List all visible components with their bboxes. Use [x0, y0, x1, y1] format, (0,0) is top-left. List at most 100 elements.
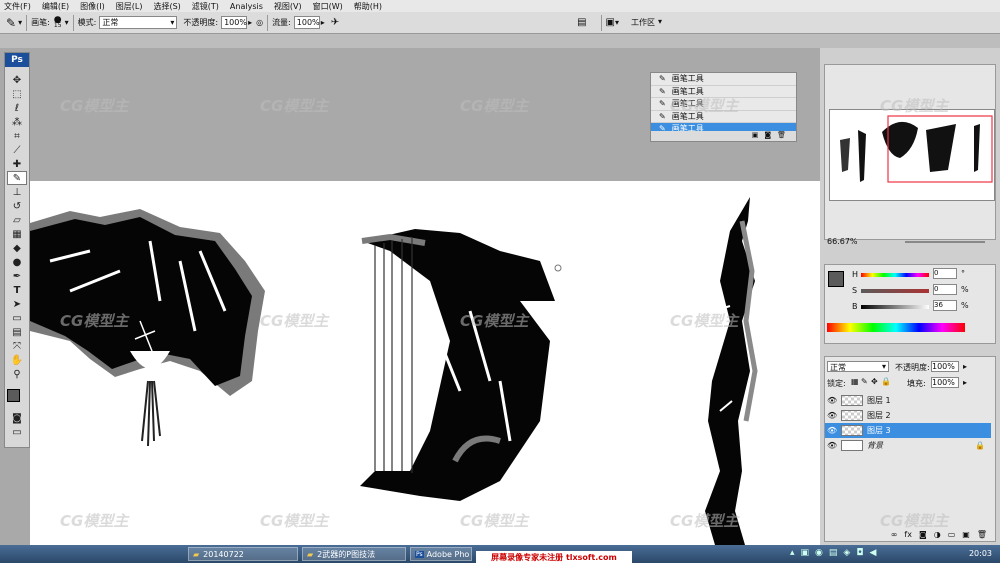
brush-tool-icon[interactable]: ✎	[7, 171, 27, 185]
eye-icon[interactable]: 👁	[827, 411, 837, 420]
screen-mode-icon[interactable]: ▭	[7, 425, 27, 439]
flow-field[interactable]: 100%	[293, 16, 320, 29]
trash-icon[interactable]: 🗑	[977, 530, 987, 539]
shape-tool-icon[interactable]: ▭	[7, 311, 27, 325]
lock-position-icon[interactable]: ✥	[871, 377, 878, 386]
chevron-right-icon[interactable]: ▸	[963, 378, 967, 387]
tray-icon[interactable]: ◈	[843, 548, 850, 558]
blur-tool-icon[interactable]: ◆	[7, 241, 27, 255]
eye-icon[interactable]: 👁	[827, 426, 837, 435]
zoom-tool-icon[interactable]: ⚲	[7, 367, 27, 381]
menu-layer[interactable]: 图层(L)	[116, 1, 143, 12]
start-button[interactable]	[0, 545, 150, 563]
tray-icons[interactable]: ▴ ▣ ◉ ▤ ◈ ◘ ◀	[790, 548, 876, 558]
magic-wand-icon[interactable]: ⁂	[7, 115, 27, 129]
quick-mask-icon[interactable]: ◙	[7, 411, 27, 425]
lock-pixels-icon[interactable]: ✎	[861, 377, 868, 386]
hand-tool-icon[interactable]: ✋	[7, 353, 27, 367]
layer-row-selected[interactable]: 👁 图层 3	[825, 423, 991, 438]
slice-tool-icon[interactable]: ⟋	[7, 143, 27, 157]
lasso-tool-icon[interactable]: ℓ	[7, 101, 27, 115]
new-document-icon[interactable]: ▣	[752, 131, 759, 141]
path-select-icon[interactable]: ➤	[7, 297, 27, 311]
dodge-tool-icon[interactable]: ●	[7, 255, 27, 269]
tray-icon[interactable]: ◘	[856, 548, 863, 558]
chevron-right-icon[interactable]: ▸	[963, 362, 967, 371]
clock[interactable]: 20:03	[969, 549, 992, 558]
layer-opacity-field[interactable]: 100%	[931, 361, 959, 372]
eye-icon[interactable]: 👁	[827, 396, 837, 405]
chevron-right-icon[interactable]: ▸	[321, 18, 325, 27]
lock-all-icon[interactable]: 🔒	[881, 377, 891, 386]
move-tool-icon[interactable]: ✥	[7, 73, 27, 87]
trash-icon[interactable]: 🗑	[777, 131, 786, 141]
new-layer-icon[interactable]: ▣	[962, 530, 970, 539]
hue-slider[interactable]	[861, 273, 929, 277]
airbrush-icon[interactable]: ✈	[331, 17, 339, 28]
color-spectrum-bar[interactable]	[827, 323, 965, 332]
tray-icon[interactable]: ▣	[801, 548, 810, 558]
brush-tool-icon[interactable]: ✎	[6, 16, 16, 30]
taskbar-folder-item[interactable]: ▰ 2武器的P图技法	[302, 547, 406, 561]
volume-icon[interactable]: ◀	[869, 548, 876, 558]
history-item[interactable]: ✎ 画笔工具	[651, 98, 796, 111]
taskbar-folder-item[interactable]: ▰ 20140722	[188, 547, 298, 561]
layer-mask-icon[interactable]: ◙	[919, 530, 927, 539]
healing-brush-icon[interactable]: ✚	[7, 157, 27, 171]
clone-stamp-icon[interactable]: ⊥	[7, 185, 27, 199]
history-item[interactable]: ✎ 画笔工具	[651, 111, 796, 123]
menu-file[interactable]: 文件(F)	[4, 1, 31, 12]
opacity-field[interactable]: 100%	[221, 16, 248, 29]
mode-select[interactable]: 正常 ▾	[99, 16, 178, 29]
blend-mode-select[interactable]: 正常 ▾	[827, 361, 889, 372]
fill-field[interactable]: 100%	[931, 377, 959, 388]
layer-row-background[interactable]: 👁 背景 🔒	[825, 438, 991, 453]
navigator-zoom[interactable]: 66.67%	[827, 237, 858, 246]
color-foreground-swatch[interactable]	[828, 271, 844, 287]
chevron-right-icon[interactable]: ▸	[248, 18, 252, 27]
link-layers-icon[interactable]: ∞	[891, 530, 898, 539]
saturation-slider[interactable]	[861, 289, 929, 293]
menu-help[interactable]: 帮助(H)	[354, 1, 382, 12]
history-brush-icon[interactable]: ↺	[7, 199, 27, 213]
snapshot-icon[interactable]: ◙	[764, 131, 771, 141]
layer-style-icon[interactable]: fx	[904, 530, 912, 539]
dropdown-arrow-icon[interactable]: ▾	[65, 18, 69, 27]
layer-row[interactable]: 👁 图层 2	[825, 408, 991, 423]
tray-icon[interactable]: ▴	[790, 548, 795, 558]
tray-icon[interactable]: ◉	[815, 548, 823, 558]
color-swatches[interactable]	[6, 385, 28, 411]
history-item[interactable]: ✎ 画笔工具	[651, 73, 796, 86]
menu-analysis[interactable]: Analysis	[230, 2, 263, 11]
brightness-field[interactable]: 36	[933, 300, 957, 311]
menu-image[interactable]: 图像(I)	[80, 1, 105, 12]
menu-filter[interactable]: 滤镜(T)	[192, 1, 219, 12]
gradient-tool-icon[interactable]: ▦	[7, 227, 27, 241]
pen-tool-icon[interactable]: ✒	[7, 269, 27, 283]
menu-select[interactable]: 选择(S)	[153, 1, 180, 12]
brush-panel-icon[interactable]: ▤	[577, 17, 586, 28]
menu-window[interactable]: 窗口(W)	[313, 1, 343, 12]
marquee-tool-icon[interactable]: ⬚	[7, 87, 27, 101]
taskbar-photoshop-item[interactable]: Ps Adobe Pho	[410, 547, 472, 561]
workspace-menu[interactable]: 工作区 ▾	[631, 17, 662, 28]
crop-tool-icon[interactable]: ⌗	[7, 129, 27, 143]
zoom-slider[interactable]	[905, 241, 985, 243]
type-tool-icon[interactable]: T	[7, 283, 27, 297]
history-item[interactable]: ✎ 画笔工具	[651, 86, 796, 98]
menu-edit[interactable]: 编辑(E)	[42, 1, 69, 12]
eraser-tool-icon[interactable]: ▱	[7, 213, 27, 227]
eye-icon[interactable]: 👁	[827, 441, 837, 450]
new-group-icon[interactable]: ▭	[948, 530, 956, 539]
brightness-slider[interactable]	[861, 305, 929, 309]
eyedropper-icon[interactable]: ⤧	[7, 339, 27, 353]
menu-view[interactable]: 视图(V)	[274, 1, 302, 12]
navigator-thumbnail[interactable]	[829, 109, 995, 201]
notes-tool-icon[interactable]: ▤	[7, 325, 27, 339]
lock-transparency-icon[interactable]: ▦	[851, 377, 859, 386]
foreground-color-swatch[interactable]	[7, 389, 20, 402]
dropdown-arrow-icon[interactable]: ▾	[615, 18, 619, 27]
dropdown-arrow-icon[interactable]: ▾	[18, 18, 22, 27]
hue-field[interactable]: 0	[933, 268, 957, 279]
saturation-field[interactable]: 0	[933, 284, 957, 295]
